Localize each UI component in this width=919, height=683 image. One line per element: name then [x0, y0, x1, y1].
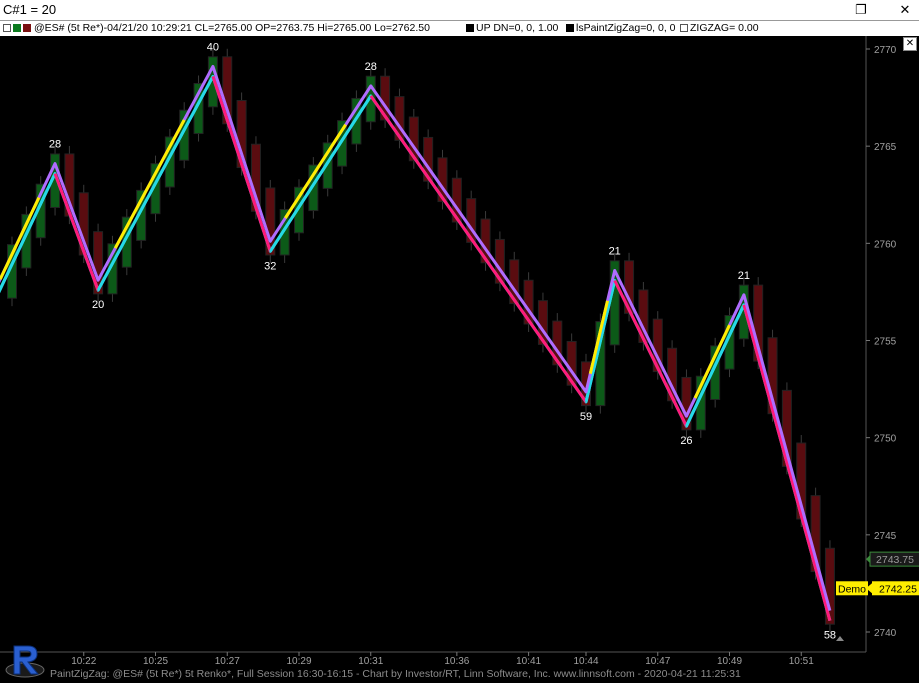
price-tick-label: 2745: [874, 531, 897, 542]
chart-info-bar: @ES# (5t Re*)-04/21/20 10:29:21 CL=2765.…: [0, 21, 919, 36]
study-color-swatch: [566, 24, 574, 32]
last-price-label: 2743.75: [876, 554, 914, 566]
study-color-swatch: [466, 24, 474, 32]
chart-menu-icons[interactable]: [3, 22, 33, 34]
study-zigzag-label: ZIGZAG= 0.00: [690, 22, 759, 34]
pivot-count-label: 26: [680, 435, 692, 447]
time-tick-label: 10:36: [444, 656, 469, 667]
pivot-count-label: 40: [207, 41, 219, 53]
time-tick-label: 10:27: [215, 656, 240, 667]
time-tick-label: 10:51: [789, 656, 814, 667]
time-tick-label: 10:31: [358, 656, 383, 667]
renko-chart[interactable]: 2740 2745 2750 2755 2760 2765 2770 10:22 10:25 10…: [0, 36, 919, 683]
pivot-count-label: 58: [824, 630, 836, 642]
window-title: C#1 = 20: [3, 2, 57, 17]
pivot-count-label: 21: [738, 270, 750, 282]
time-tick-label: 10:22: [71, 656, 96, 667]
time-tick-label: 10:44: [573, 656, 598, 667]
price-tick-label: 2750: [874, 434, 897, 445]
chart-close-icon[interactable]: ✕: [903, 37, 917, 51]
study-paintzigzag-label: lsPaintZigZag=0, 0, 0: [576, 22, 676, 34]
restore-icon[interactable]: ❐: [852, 1, 870, 18]
time-tick-label: 10:25: [143, 656, 168, 667]
footer-text: PaintZigZag: @ES# (5t Re*) 5t Renko*, Fu…: [50, 668, 741, 680]
menu-box-icon[interactable]: [3, 24, 11, 32]
demo-tag-label: Demo: [838, 583, 866, 595]
price-tick-label: 2740: [874, 628, 897, 639]
pivot-count-label: 59: [580, 411, 592, 423]
study-paintzigzag[interactable]: lsPaintZigZag=0, 0, 0: [566, 22, 676, 34]
down-color-swatch: [23, 24, 31, 32]
chart-footer: PaintZigZag: @ES# (5t Re*) 5t Renko*, Fu…: [0, 668, 870, 683]
symbol-info[interactable]: @ES# (5t Re*)-04/21/20 10:29:21 CL=2765.…: [34, 22, 430, 34]
pivot-count-label: 32: [264, 260, 276, 272]
study-checkbox-icon[interactable]: [680, 24, 688, 32]
study-updn[interactable]: UP DN=0, 0, 1.00: [466, 22, 558, 34]
pivot-count-label: 28: [365, 61, 377, 73]
study-updn-label: UP DN=0, 0, 1.00: [476, 22, 559, 34]
close-icon[interactable]: ✕: [896, 1, 914, 18]
pivot-count-label: 20: [92, 299, 104, 311]
pivot-count-label: 28: [49, 139, 61, 151]
demo-price-label: 2742.25: [879, 583, 917, 595]
pivot-count-label: 21: [609, 245, 621, 257]
study-zigzag[interactable]: ZIGZAG= 0.00: [680, 22, 759, 34]
price-tick-label: 2755: [874, 337, 897, 348]
time-tick-label: 10:29: [286, 656, 311, 667]
time-tick-label: 10:41: [516, 656, 541, 667]
time-tick-label: 10:47: [645, 656, 670, 667]
window-titlebar: C#1 = 20 ❐ ✕: [0, 0, 919, 21]
price-tick-label: 2765: [874, 142, 897, 153]
price-tick-label: 2760: [874, 239, 897, 250]
price-tick-label: 2770: [874, 45, 897, 56]
chart-background: [0, 36, 919, 683]
time-tick-label: 10:49: [717, 656, 742, 667]
up-color-swatch: [13, 24, 21, 32]
